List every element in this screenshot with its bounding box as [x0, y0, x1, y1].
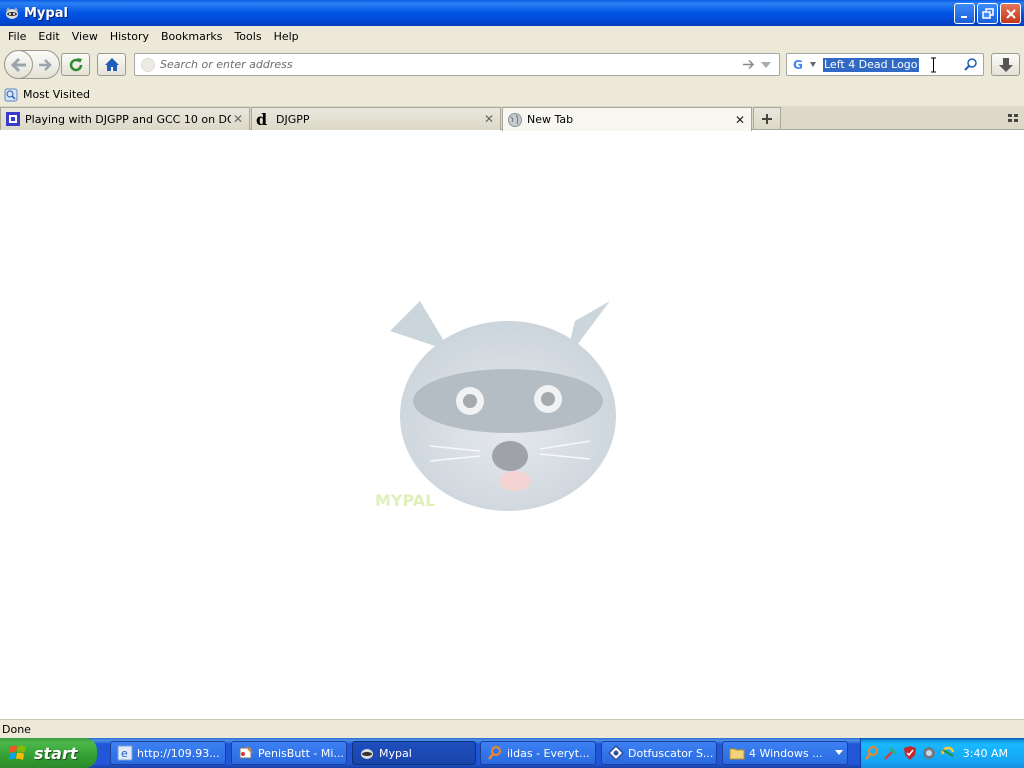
tab-djgpp[interactable]: d DJGPP ✕ — [251, 107, 501, 130]
home-button[interactable] — [97, 53, 126, 76]
update-tray-icon[interactable] — [940, 745, 956, 761]
forward-button[interactable] — [35, 56, 55, 74]
navigation-toolbar: G Left 4 Dead Logo — [0, 46, 1024, 83]
everything-tray-icon[interactable] — [864, 745, 880, 761]
taskbar-item-mypal[interactable]: Mypal — [352, 741, 476, 765]
tab-djgpp-gcc[interactable]: Playing with DJGPP and GCC 10 on DOS |..… — [0, 107, 250, 130]
back-button[interactable] — [4, 50, 33, 79]
system-tray: 3:40 AM — [860, 738, 1024, 768]
tab-new-tab[interactable]: New Tab ✕ — [502, 107, 752, 131]
djgpp-favicon-icon: d — [256, 111, 272, 127]
paint-icon — [239, 746, 253, 759]
globe-icon — [507, 112, 523, 128]
menu-file[interactable]: File — [2, 30, 32, 43]
svg-text:G: G — [793, 58, 803, 72]
search-engine-dropdown-icon[interactable] — [810, 62, 816, 67]
minimize-icon — [960, 15, 967, 18]
site-identity-icon[interactable] — [141, 58, 155, 72]
reload-icon — [69, 57, 82, 71]
address-input[interactable] — [160, 57, 730, 72]
minimize-button[interactable] — [954, 3, 975, 24]
tools-tray-icon[interactable] — [883, 745, 899, 761]
home-icon — [104, 57, 119, 71]
dotfuscator-icon — [608, 745, 624, 761]
svg-text:d: d — [256, 111, 267, 127]
download-icon — [998, 57, 1013, 72]
menu-edit[interactable]: Edit — [32, 30, 65, 43]
window-title: Mypal — [24, 5, 68, 21]
status-text: Done — [2, 722, 31, 736]
tab-label: Playing with DJGPP and GCC 10 on DOS |..… — [25, 112, 231, 126]
windows-taskbar: start e http://109.93... PenisButt - Mi.… — [0, 738, 1024, 768]
mypal-watermark-text: MYPAL — [375, 491, 435, 510]
menu-view[interactable]: View — [66, 30, 104, 43]
back-arrow-icon — [10, 57, 26, 72]
address-bar[interactable] — [134, 53, 780, 76]
ie-icon: e — [117, 745, 133, 761]
tab-label: DJGPP — [276, 112, 310, 126]
close-tab-icon[interactable]: ✕ — [231, 112, 245, 126]
mypal-raccoon-logo-icon: MYPAL — [375, 301, 616, 511]
start-button[interactable]: start — [0, 738, 97, 768]
start-label: start — [34, 743, 78, 763]
menu-tools[interactable]: Tools — [228, 30, 267, 43]
close-icon — [1005, 8, 1016, 19]
reload-button[interactable] — [61, 53, 90, 76]
group-dropdown-icon — [835, 750, 843, 755]
windows-logo-icon — [9, 745, 26, 760]
title-bar: Mypal — [0, 0, 1024, 26]
most-visited-folder-icon — [4, 88, 18, 101]
google-icon[interactable]: G — [792, 57, 806, 72]
search-icon[interactable] — [964, 57, 978, 72]
mypal-icon — [361, 749, 373, 759]
tab-strip: Playing with DJGPP and GCC 10 on DOS |..… — [0, 106, 1024, 131]
taskbar-item-windows-group[interactable]: 4 Windows ... — [722, 741, 848, 765]
tab-label: New Tab — [527, 113, 574, 126]
taskbar-clock[interactable]: 3:40 AM — [963, 747, 1008, 760]
everything-icon — [488, 746, 501, 760]
mypal-app-icon[interactable] — [4, 5, 20, 21]
taskbar-item-paint[interactable]: PenisButt - Mi... — [231, 741, 347, 765]
taskbar-item-ie[interactable]: e http://109.93... — [110, 741, 226, 765]
plus-icon — [762, 113, 772, 124]
close-tab-icon[interactable]: ✕ — [733, 113, 747, 127]
go-arrow-icon[interactable] — [741, 57, 755, 72]
bookmarks-toolbar: Most Visited — [0, 83, 1024, 106]
history-dropdown-icon[interactable] — [759, 57, 773, 72]
restore-button[interactable] — [977, 3, 998, 24]
search-bar[interactable]: G Left 4 Dead Logo — [786, 53, 984, 76]
bookmark-most-visited[interactable]: Most Visited — [23, 88, 90, 101]
forward-arrow-icon — [39, 59, 52, 71]
page-content: MYPAL — [0, 131, 1024, 719]
downloads-button[interactable] — [991, 53, 1020, 76]
menu-help[interactable]: Help — [268, 30, 305, 43]
restore-icon — [981, 7, 994, 19]
close-button[interactable] — [1000, 3, 1021, 24]
new-tab-button[interactable] — [753, 107, 781, 130]
menu-history[interactable]: History — [104, 30, 155, 43]
network-tray-icon[interactable] — [921, 745, 937, 761]
taskbar-item-everything[interactable]: ildas - Everyt... — [480, 741, 596, 765]
security-shield-icon[interactable] — [902, 745, 918, 761]
menu-bar: File Edit View History Bookmarks Tools H… — [0, 26, 1024, 46]
square-favicon-icon — [5, 111, 21, 127]
folder-icon — [729, 748, 745, 760]
svg-text:e: e — [121, 747, 128, 760]
list-all-tabs-icon[interactable] — [1006, 111, 1020, 125]
taskbar-item-dotfuscator[interactable]: Dotfuscator S... — [601, 741, 717, 765]
menu-bookmarks[interactable]: Bookmarks — [155, 30, 228, 43]
close-tab-icon[interactable]: ✕ — [482, 112, 496, 126]
text-cursor-icon — [931, 57, 936, 73]
status-bar: Done — [0, 719, 1024, 738]
search-input[interactable]: Left 4 Dead Logo — [823, 58, 919, 72]
